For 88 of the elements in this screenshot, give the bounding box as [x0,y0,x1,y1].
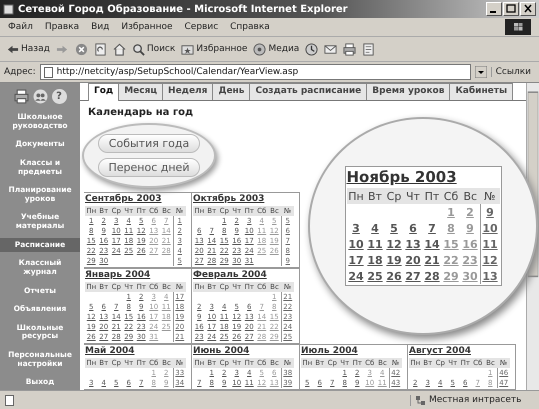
weekday-header: Вт [366,188,384,204]
day-link[interactable]: 19 [384,252,404,268]
month-title[interactable]: Февраль 2004 [193,270,298,282]
disc-icon[interactable] [253,42,266,56]
toolbar-button[interactable]: Поиск [132,42,176,56]
search-icon[interactable] [132,42,145,56]
weekday-header: Пт [422,188,442,204]
page-title: Календарь на год [87,106,194,120]
envelope-icon[interactable] [324,42,338,56]
week-number[interactable]: 12 [480,252,500,268]
minimize-icon[interactable] [486,2,502,16]
month-title[interactable]: Июль 2004 [301,346,406,358]
tab[interactable]: Неделя [162,83,214,100]
month-title[interactable]: Январь 2004 [85,270,190,282]
address-label: Адрес: [4,67,36,77]
month-title[interactable]: Июнь 2004 [193,346,298,358]
menu-item[interactable]: Справка [230,22,270,32]
day-link[interactable]: 11 [366,236,384,252]
day-link[interactable]: 4 [366,220,384,236]
people-icon[interactable] [32,89,48,104]
weekday-header: Ср [384,188,404,204]
security-zone: Местная интрасеть [410,394,535,406]
document-icon[interactable] [362,42,376,56]
day-link[interactable]: 12 [384,236,404,252]
address-field[interactable]: http://netcity/asp/SetupSchool/Calendar/YearView.asp [40,64,471,80]
tab[interactable]: Месяц [118,83,164,100]
weekday-header: Пн [346,188,366,204]
weekday-header: Чт [404,188,422,204]
day-link[interactable]: 14 [422,236,442,252]
menu-item[interactable]: Вид [91,22,110,32]
action-button[interactable]: События года [98,134,200,153]
day-link[interactable]: 21 [422,252,442,268]
refresh-icon[interactable] [94,42,107,56]
menu-item[interactable]: Файл [8,22,33,32]
menu-item[interactable]: Избранное [121,22,172,32]
month-title[interactable]: Сентябрь 2003 [85,194,190,206]
weekday-header: Вс [460,188,480,204]
dropdown-icon[interactable] [474,66,487,78]
maximize-icon[interactable] [503,2,519,16]
toolbar-button[interactable]: Избранное [181,42,248,56]
day-link[interactable]: 25 [366,268,384,284]
day-link[interactable]: 28 [422,268,442,284]
window-title: Сетевой Город Образование - Microsoft Internet Explorer [18,4,349,14]
tab[interactable]: Время уроков [366,83,450,100]
tab[interactable]: День [212,83,250,100]
close-icon[interactable] [520,2,536,16]
page-icon [4,394,15,406]
day-link[interactable]: 20 [404,252,422,268]
day-link[interactable]: 10 [346,236,366,252]
month-title[interactable]: Август 2004 [409,346,514,358]
links-button[interactable]: Ссылки [490,67,535,77]
network-icon [415,394,426,406]
weekday-header: № [480,188,500,204]
week-number[interactable]: 13 [480,268,500,284]
weekday-header: Сб [442,188,460,204]
day-link[interactable]: 17 [346,252,366,268]
day-link[interactable]: 3 [346,220,366,236]
toolbar-button[interactable]: Назад [6,42,50,56]
stop-icon[interactable] [74,42,88,56]
week-number[interactable]: 10 [480,220,500,236]
menu-item[interactable]: Сервис [184,22,218,32]
month-title[interactable]: Май 2004 [85,346,190,358]
month-title[interactable]: Ноябрь 2003 [346,168,500,188]
week-number[interactable]: 11 [480,236,500,252]
day-link[interactable]: 27 [404,268,422,284]
week-number[interactable]: 9 [480,204,500,220]
toolbar-button[interactable]: Медиа [253,42,300,56]
help-icon[interactable]: ? [52,89,66,104]
home-icon[interactable] [112,42,126,56]
day-link[interactable]: 18 [366,252,384,268]
printer-icon[interactable] [14,89,28,104]
tab[interactable]: Год [88,83,120,101]
menu-item[interactable]: Правка [44,22,80,32]
clock-icon[interactable] [305,42,318,56]
tab[interactable]: Кабинеты [449,83,514,100]
star-folder-icon[interactable] [181,42,194,56]
day-link[interactable]: 6 [404,220,422,236]
tab[interactable]: Создать расписание [249,83,368,100]
month-title[interactable]: Октябрь 2003 [193,194,298,206]
action-button[interactable]: Перенос дней [98,158,200,177]
page-icon [42,66,54,78]
day-link[interactable]: 26 [384,268,404,284]
day-link[interactable]: 5 [384,220,404,236]
browser-icon [3,4,14,14]
day-link[interactable]: 24 [346,268,366,284]
day-link[interactable]: 7 [422,220,442,236]
printer-icon[interactable] [343,42,356,56]
day-link[interactable]: 13 [404,236,422,252]
